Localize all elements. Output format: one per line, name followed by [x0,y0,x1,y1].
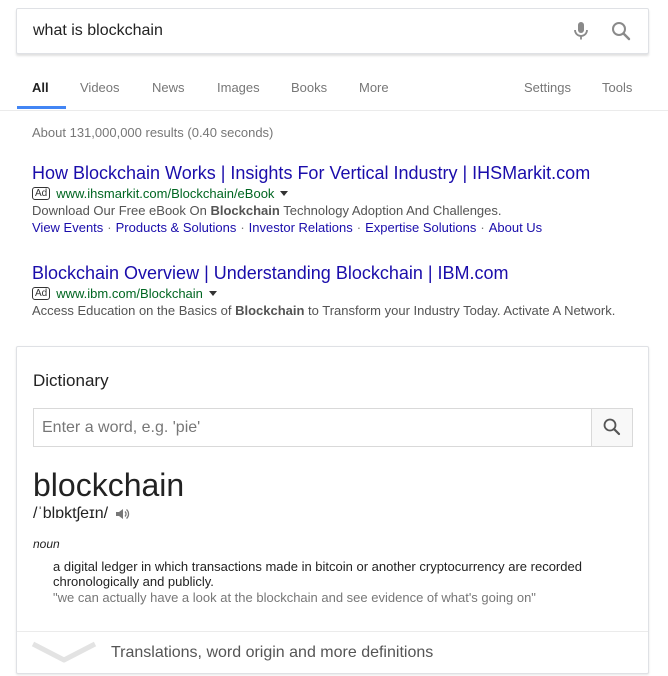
search-tabs: All Videos News Images Books More Settin… [0,72,668,110]
tab-videos[interactable]: Videos [80,80,120,95]
sitelink-separator: · [107,220,112,235]
dictionary-search-box [33,408,633,447]
caret-down-icon[interactable] [208,291,217,296]
sitelink-about-us[interactable]: About Us [489,220,542,235]
tab-tools[interactable]: Tools [602,80,632,95]
dictionary-word: blockchain [33,467,185,503]
definition-block: a digital ledger in which transactions m… [53,559,613,606]
sitelink-investor-relations[interactable]: Investor Relations [249,220,353,235]
tab-images[interactable]: Images [217,80,260,95]
dictionary-search-button[interactable] [591,409,632,446]
caret-down-icon[interactable] [280,191,289,196]
ad-description: Access Education on the Basics of Blockc… [32,302,642,319]
sitelink-separator: · [480,220,485,235]
ad-sitelinks: View Events · Products & Solutions · Investo… [32,219,642,237]
ad-result: Blockchain Overview | Understanding Bloc… [32,262,642,319]
sitelink-products-solutions[interactable]: Products & Solutions [116,220,237,235]
magnifier-icon[interactable] [609,19,633,43]
ad-description-keyword: Blockchain [210,203,280,218]
microphone-icon[interactable] [569,19,593,43]
tab-settings[interactable]: Settings [524,80,571,95]
ad-result: How Blockchain Works | Insights For Vert… [32,162,642,237]
part-of-speech: noun [33,537,60,551]
dictionary-card: Dictionary blockchain /ˈblɒktʃeɪn/ noun … [16,346,649,674]
search-input[interactable] [33,9,553,53]
magnifier-icon [603,418,621,436]
ad-description-text: to Transform your Industry Today. Activa… [304,303,616,318]
expand-chevron-icon [31,641,97,663]
ad-description-text: Download Our Free eBook On [32,203,211,218]
search-results-page: All Videos News Images Books More Settin… [0,0,668,676]
sitelink-separator: · [240,220,245,235]
ad-badge: Ad [32,287,51,300]
tab-all[interactable]: All [32,80,49,95]
ad-title-link[interactable]: How Blockchain Works | Insights For Vert… [32,162,642,184]
tab-more[interactable]: More [359,80,389,95]
more-definitions-label: Translations, word origin and more defin… [111,644,434,661]
pronunciation: /ˈblɒktʃeɪn/ [33,505,109,522]
pronunciation-line: /ˈblɒktʃeɪn/ [33,505,130,523]
tab-news[interactable]: News [152,80,185,95]
ad-title-link[interactable]: Blockchain Overview | Understanding Bloc… [32,262,642,284]
tabs-divider [0,110,668,111]
ad-description-text: Technology Adoption And Challenges. [279,203,502,218]
active-tab-indicator [17,106,66,109]
ad-description-text: Access Education on the Basics of [32,303,236,318]
ad-description: Download Our Free eBook On Blockchain Te… [32,202,642,219]
sitelink-separator: · [356,220,362,235]
sitelink-expertise-solutions[interactable]: Expertise Solutions [365,220,476,235]
ad-badge: Ad [32,187,51,200]
results-count: About 131,000,000 results (0.40 seconds) [32,125,274,140]
dictionary-heading: Dictionary [33,371,109,390]
ad-url: www.ihsmarkit.com/Blockchain/eBook [56,186,275,201]
sitelink-view-events[interactable]: View Events [32,220,103,235]
ad-description-keyword: Blockchain [235,303,305,318]
dictionary-search-input[interactable] [42,409,582,446]
ad-url-line: Ad www.ibm.com/Blockchain [32,285,642,302]
definition-text: a digital ledger in which transactions m… [53,559,582,589]
more-definitions-button[interactable]: Translations, word origin and more defin… [17,632,648,673]
ad-url-line: Ad www.ihsmarkit.com/Blockchain/eBook [32,185,642,202]
search-box [16,8,649,54]
example-sentence: "we can actually have a look at the bloc… [53,590,536,605]
speaker-icon[interactable] [114,506,130,522]
ad-url: www.ibm.com/Blockchain [56,286,203,301]
tab-books[interactable]: Books [291,80,327,95]
